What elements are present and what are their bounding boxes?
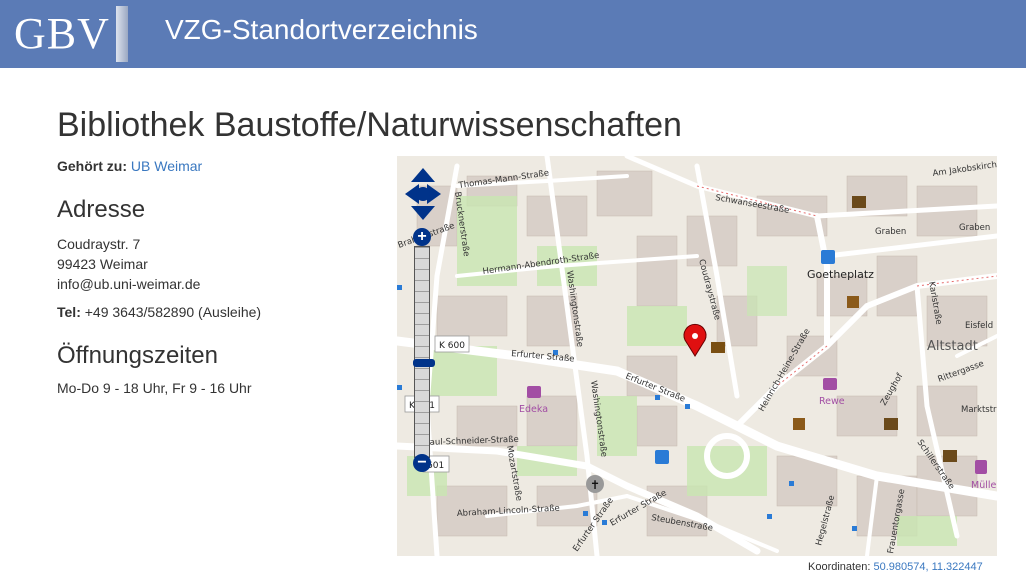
gbv-logo[interactable]: GBV bbox=[14, 6, 128, 62]
map-label-markt: Marktstraße bbox=[961, 405, 997, 415]
map-canvas: Thomas-Mann-Straße Brucknerstraße Brahms… bbox=[397, 156, 997, 556]
coords-label: Koordinaten: bbox=[808, 561, 871, 573]
telephone: Tel: +49 3643/582890 (Ausleihe) bbox=[57, 304, 261, 320]
library-book-icon bbox=[711, 342, 725, 353]
logo-bar bbox=[115, 6, 128, 62]
tel-label: Tel: bbox=[57, 304, 81, 320]
header-bar: GBV VZG-Standortverzeichnis bbox=[0, 0, 1026, 68]
email: info@ub.uni-weimar.de bbox=[57, 276, 201, 292]
pan-control[interactable] bbox=[405, 168, 441, 220]
map-view[interactable]: Thomas-Mann-Straße Brucknerstraße Brahms… bbox=[397, 156, 997, 556]
map-label-rewe: Rewe bbox=[819, 396, 845, 407]
belongs-to: Gehört zu: UB Weimar bbox=[57, 158, 202, 174]
hours-heading: Öffnungszeiten bbox=[57, 342, 219, 369]
map-coordinates: Koordinaten: 50.980574, 11.322447 bbox=[808, 561, 983, 573]
map-label-mulle: Mülle bbox=[971, 480, 996, 491]
belongs-label: Gehört zu: bbox=[57, 158, 127, 174]
address-heading: Adresse bbox=[57, 196, 146, 223]
opening-hours: Mo-Do 9 - 18 Uhr, Fr 9 - 16 Uhr bbox=[57, 380, 252, 396]
coords-link[interactable]: 50.980574, 11.322447 bbox=[873, 561, 982, 573]
zoom-in-button[interactable]: + bbox=[413, 228, 431, 246]
map-label-graben: Graben bbox=[875, 227, 906, 237]
parent-library-link[interactable]: UB Weimar bbox=[131, 158, 202, 174]
map-label-altstadt: Altstadt bbox=[927, 339, 978, 354]
zoom-control: + − bbox=[413, 228, 435, 472]
cinema-icon bbox=[847, 296, 859, 308]
map-ref-k600: K 600 bbox=[439, 341, 465, 351]
mulle-shop-icon bbox=[975, 460, 987, 474]
map-label-eisfeld: Eisfeld bbox=[965, 321, 993, 331]
map-label-goetheplatz: Goetheplatz bbox=[807, 268, 874, 281]
bus-stop-icon-2 bbox=[655, 450, 669, 464]
logo-text: GBV bbox=[14, 9, 110, 58]
address-block: Coudraystr. 7 99423 Weimar info@ub.uni-w… bbox=[57, 234, 200, 294]
zoom-out-button[interactable]: − bbox=[413, 454, 431, 472]
street: Coudraystr. 7 bbox=[57, 236, 141, 252]
map-label-graben2: Graben bbox=[959, 223, 990, 233]
zoom-slider-track[interactable] bbox=[413, 246, 435, 458]
bus-stop-icon bbox=[821, 250, 835, 264]
map-label-edeka: Edeka bbox=[519, 404, 548, 415]
page-title: Bibliothek Baustoffe/Naturwissenschaften bbox=[57, 106, 682, 144]
tel-value: +49 3643/582890 (Ausleihe) bbox=[84, 304, 262, 320]
zoom-slider-handle[interactable] bbox=[413, 359, 435, 367]
city: 99423 Weimar bbox=[57, 256, 148, 272]
app-title[interactable]: VZG-Standortverzeichnis bbox=[165, 14, 478, 46]
svg-text:✝: ✝ bbox=[590, 478, 600, 492]
theatre-icon bbox=[793, 418, 805, 430]
